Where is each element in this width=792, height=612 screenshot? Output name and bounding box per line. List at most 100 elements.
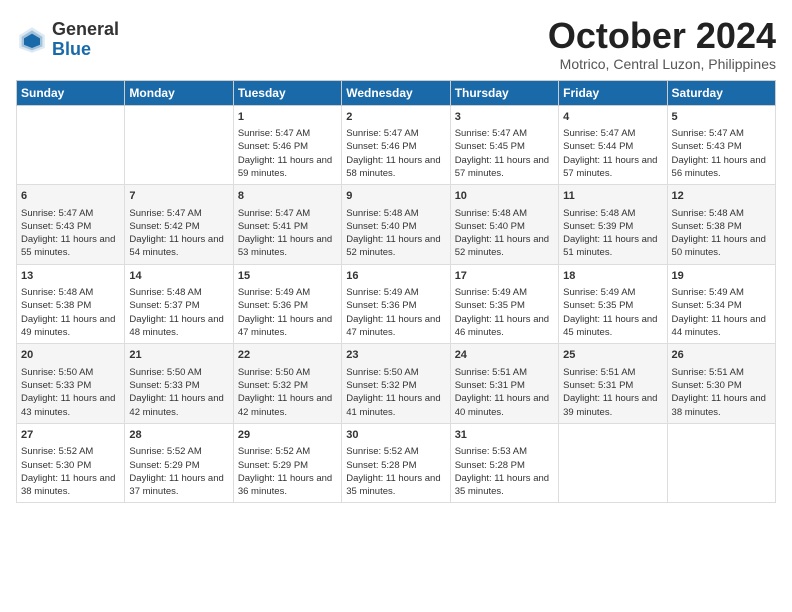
column-header-sunday: Sunday bbox=[17, 80, 125, 105]
logo-icon bbox=[16, 24, 48, 56]
calendar-cell: 5 Sunrise: 5:47 AMSunset: 5:43 PMDaylight… bbox=[667, 105, 775, 185]
calendar-cell: 1 Sunrise: 5:47 AMSunset: 5:46 PMDaylight… bbox=[233, 105, 341, 185]
calendar-cell: 22 Sunrise: 5:50 AMSunset: 5:32 PMDayligh… bbox=[233, 344, 341, 424]
day-number: 11 bbox=[563, 189, 662, 204]
week-row-2: 6 Sunrise: 5:47 AMSunset: 5:43 PMDaylight… bbox=[17, 185, 776, 265]
day-number: 6 bbox=[21, 189, 120, 204]
day-number: 16 bbox=[346, 269, 445, 284]
column-header-wednesday: Wednesday bbox=[342, 80, 450, 105]
title-block: October 2024 Motrico, Central Luzon, Phi… bbox=[548, 16, 776, 72]
day-info: Sunrise: 5:47 AMSunset: 5:43 PMDaylight:… bbox=[21, 207, 120, 260]
day-info: Sunrise: 5:49 AMSunset: 5:36 PMDaylight:… bbox=[238, 286, 337, 339]
logo-general: General bbox=[52, 20, 119, 40]
calendar-cell bbox=[559, 423, 667, 503]
calendar-cell: 27 Sunrise: 5:52 AMSunset: 5:30 PMDayligh… bbox=[17, 423, 125, 503]
column-header-thursday: Thursday bbox=[450, 80, 558, 105]
logo-blue: Blue bbox=[52, 40, 119, 60]
week-row-5: 27 Sunrise: 5:52 AMSunset: 5:30 PMDayligh… bbox=[17, 423, 776, 503]
calendar-cell: 24 Sunrise: 5:51 AMSunset: 5:31 PMDayligh… bbox=[450, 344, 558, 424]
day-number: 25 bbox=[563, 348, 662, 363]
day-number: 2 bbox=[346, 110, 445, 125]
day-info: Sunrise: 5:47 AMSunset: 5:46 PMDaylight:… bbox=[238, 127, 337, 180]
calendar-cell: 10 Sunrise: 5:48 AMSunset: 5:40 PMDayligh… bbox=[450, 185, 558, 265]
day-info: Sunrise: 5:50 AMSunset: 5:33 PMDaylight:… bbox=[21, 366, 120, 419]
calendar-cell: 29Sunrise: 5:52 AMSunset: 5:29 PMDayligh… bbox=[233, 423, 341, 503]
day-number: 21 bbox=[129, 348, 228, 363]
week-row-4: 20 Sunrise: 5:50 AMSunset: 5:33 PMDayligh… bbox=[17, 344, 776, 424]
day-info: Sunrise: 5:47 AMSunset: 5:41 PMDaylight:… bbox=[238, 207, 337, 260]
day-number: 14 bbox=[129, 269, 228, 284]
calendar-cell bbox=[17, 105, 125, 185]
day-number: 17 bbox=[455, 269, 554, 284]
calendar-cell bbox=[667, 423, 775, 503]
day-info: Sunrise: 5:48 AMSunset: 5:40 PMDaylight:… bbox=[455, 207, 554, 260]
day-info: Sunrise: 5:51 AMSunset: 5:31 PMDaylight:… bbox=[563, 366, 662, 419]
calendar-cell: 25 Sunrise: 5:51 AMSunset: 5:31 PMDayligh… bbox=[559, 344, 667, 424]
day-info: Sunrise: 5:51 AMSunset: 5:31 PMDaylight:… bbox=[455, 366, 554, 419]
calendar-cell: 30Sunrise: 5:52 AMSunset: 5:28 PMDayligh… bbox=[342, 423, 450, 503]
day-number: 3 bbox=[455, 110, 554, 125]
week-row-1: 1 Sunrise: 5:47 AMSunset: 5:46 PMDaylight… bbox=[17, 105, 776, 185]
day-number: 15 bbox=[238, 269, 337, 284]
logo-text: General Blue bbox=[52, 20, 119, 60]
day-info: Sunrise: 5:52 AMSunset: 5:29 PMDaylight:… bbox=[129, 445, 228, 498]
day-number: 18 bbox=[563, 269, 662, 284]
calendar-cell: 7 Sunrise: 5:47 AMSunset: 5:42 PMDaylight… bbox=[125, 185, 233, 265]
day-info: Sunrise: 5:48 AMSunset: 5:38 PMDaylight:… bbox=[672, 207, 771, 260]
day-number: 12 bbox=[672, 189, 771, 204]
day-number: 20 bbox=[21, 348, 120, 363]
column-header-monday: Monday bbox=[125, 80, 233, 105]
calendar-cell: 9Sunrise: 5:48 AMSunset: 5:40 PMDaylight… bbox=[342, 185, 450, 265]
day-number: 27 bbox=[21, 428, 120, 443]
day-info: Sunrise: 5:47 AMSunset: 5:42 PMDaylight:… bbox=[129, 207, 228, 260]
day-number: 28 bbox=[129, 428, 228, 443]
day-number: 13 bbox=[21, 269, 120, 284]
day-info: Sunrise: 5:47 AMSunset: 5:45 PMDaylight:… bbox=[455, 127, 554, 180]
calendar-cell: 13Sunrise: 5:48 AMSunset: 5:38 PMDayligh… bbox=[17, 264, 125, 344]
day-number: 22 bbox=[238, 348, 337, 363]
calendar-cell: 6 Sunrise: 5:47 AMSunset: 5:43 PMDaylight… bbox=[17, 185, 125, 265]
calendar-cell: 20 Sunrise: 5:50 AMSunset: 5:33 PMDayligh… bbox=[17, 344, 125, 424]
header-row: SundayMondayTuesdayWednesdayThursdayFrid… bbox=[17, 80, 776, 105]
calendar-cell: 23 Sunrise: 5:50 AMSunset: 5:32 PMDayligh… bbox=[342, 344, 450, 424]
day-number: 1 bbox=[238, 110, 337, 125]
day-info: Sunrise: 5:50 AMSunset: 5:32 PMDaylight:… bbox=[346, 366, 445, 419]
calendar-cell: 3 Sunrise: 5:47 AMSunset: 5:45 PMDaylight… bbox=[450, 105, 558, 185]
calendar-cell: 14 Sunrise: 5:48 AMSunset: 5:37 PMDayligh… bbox=[125, 264, 233, 344]
calendar-cell: 26Sunrise: 5:51 AMSunset: 5:30 PMDayligh… bbox=[667, 344, 775, 424]
day-info: Sunrise: 5:48 AMSunset: 5:37 PMDaylight:… bbox=[129, 286, 228, 339]
day-info: Sunrise: 5:48 AMSunset: 5:40 PMDaylight:… bbox=[346, 207, 445, 260]
day-number: 23 bbox=[346, 348, 445, 363]
column-header-tuesday: Tuesday bbox=[233, 80, 341, 105]
day-number: 19 bbox=[672, 269, 771, 284]
day-info: Sunrise: 5:47 AMSunset: 5:43 PMDaylight:… bbox=[672, 127, 771, 180]
column-header-saturday: Saturday bbox=[667, 80, 775, 105]
day-number: 5 bbox=[672, 110, 771, 125]
calendar-cell: 18 Sunrise: 5:49 AMSunset: 5:35 PMDayligh… bbox=[559, 264, 667, 344]
day-info: Sunrise: 5:52 AMSunset: 5:28 PMDaylight:… bbox=[346, 445, 445, 498]
day-number: 7 bbox=[129, 189, 228, 204]
day-number: 10 bbox=[455, 189, 554, 204]
calendar-cell: 11Sunrise: 5:48 AMSunset: 5:39 PMDayligh… bbox=[559, 185, 667, 265]
calendar-cell: 28 Sunrise: 5:52 AMSunset: 5:29 PMDayligh… bbox=[125, 423, 233, 503]
day-number: 31 bbox=[455, 428, 554, 443]
calendar-cell: 17Sunrise: 5:49 AMSunset: 5:35 PMDayligh… bbox=[450, 264, 558, 344]
calendar-cell: 12 Sunrise: 5:48 AMSunset: 5:38 PMDayligh… bbox=[667, 185, 775, 265]
day-info: Sunrise: 5:47 AMSunset: 5:46 PMDaylight:… bbox=[346, 127, 445, 180]
day-info: Sunrise: 5:50 AMSunset: 5:32 PMDaylight:… bbox=[238, 366, 337, 419]
calendar-cell: 15 Sunrise: 5:49 AMSunset: 5:36 PMDayligh… bbox=[233, 264, 341, 344]
day-info: Sunrise: 5:47 AMSunset: 5:44 PMDaylight:… bbox=[563, 127, 662, 180]
calendar-cell: 8Sunrise: 5:47 AMSunset: 5:41 PMDaylight… bbox=[233, 185, 341, 265]
day-number: 26 bbox=[672, 348, 771, 363]
calendar-cell: 16Sunrise: 5:49 AMSunset: 5:36 PMDayligh… bbox=[342, 264, 450, 344]
page-header: General Blue October 2024 Motrico, Centr… bbox=[16, 16, 776, 72]
calendar-cell: 19Sunrise: 5:49 AMSunset: 5:34 PMDayligh… bbox=[667, 264, 775, 344]
calendar-cell: 2 Sunrise: 5:47 AMSunset: 5:46 PMDaylight… bbox=[342, 105, 450, 185]
day-info: Sunrise: 5:49 AMSunset: 5:35 PMDaylight:… bbox=[563, 286, 662, 339]
day-info: Sunrise: 5:52 AMSunset: 5:30 PMDaylight:… bbox=[21, 445, 120, 498]
column-header-friday: Friday bbox=[559, 80, 667, 105]
day-number: 24 bbox=[455, 348, 554, 363]
calendar-cell bbox=[125, 105, 233, 185]
week-row-3: 13Sunrise: 5:48 AMSunset: 5:38 PMDayligh… bbox=[17, 264, 776, 344]
calendar-cell: 21Sunrise: 5:50 AMSunset: 5:33 PMDayligh… bbox=[125, 344, 233, 424]
